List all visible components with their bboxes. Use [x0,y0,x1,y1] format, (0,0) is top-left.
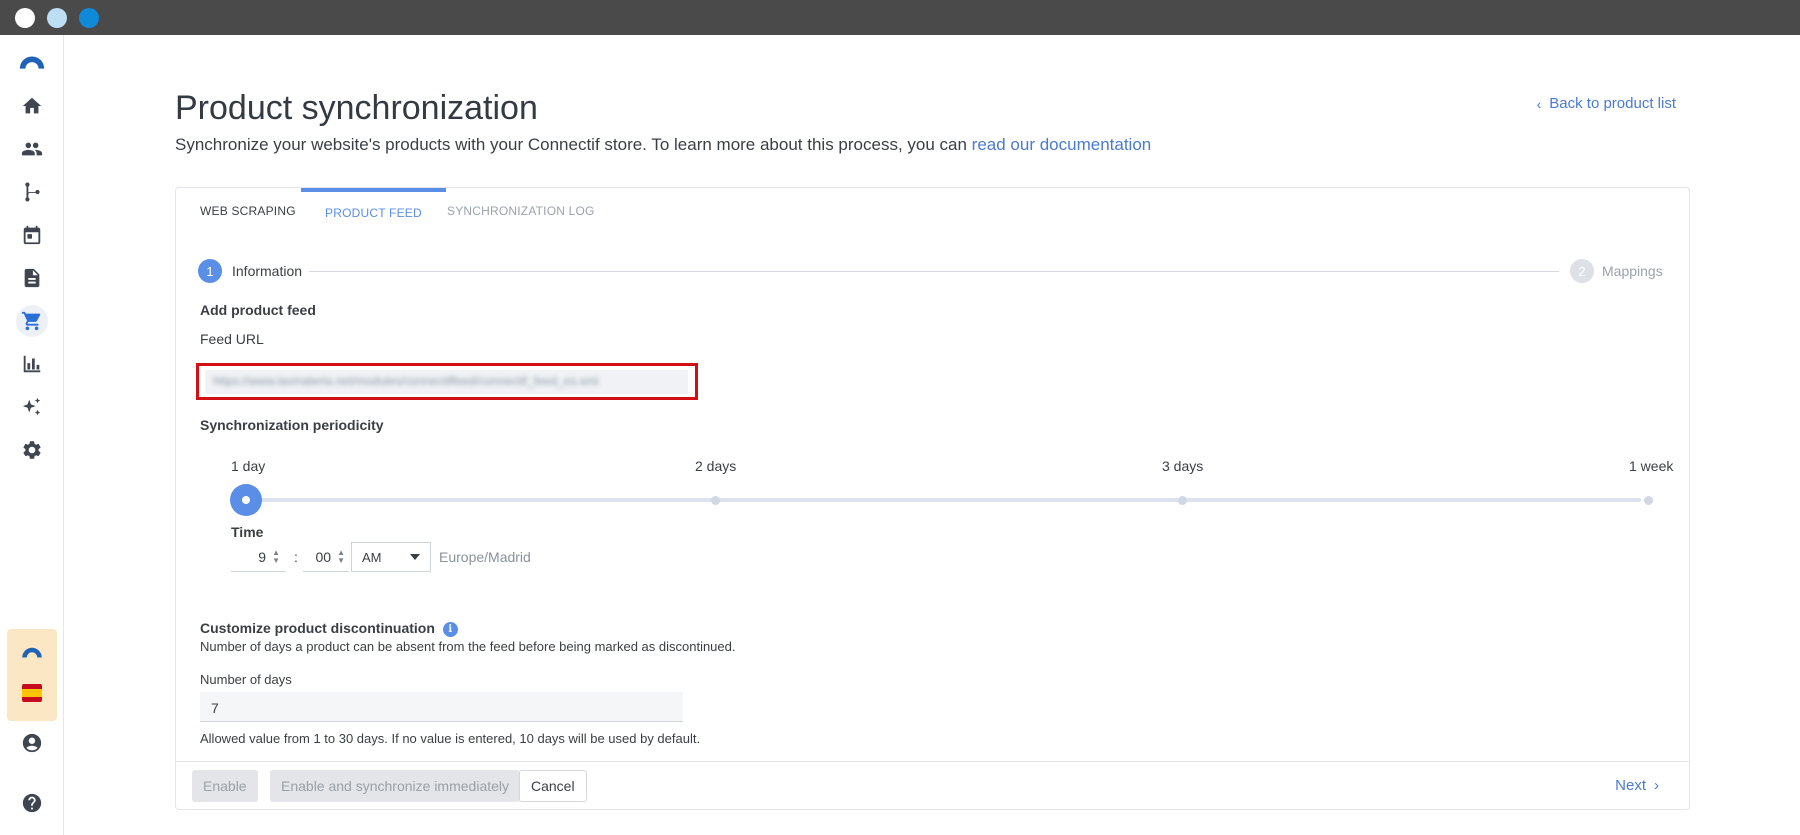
tab-synchronization-log[interactable]: SYNCHRONIZATION LOG [423,188,619,234]
info-icon[interactable]: i [442,621,458,637]
timezone-label: Europe/Madrid [439,549,531,565]
add-product-feed-heading: Add product feed [200,302,316,318]
time-separator: : [294,549,298,565]
account-switcher[interactable] [7,629,57,721]
chevron-right-icon: › [1654,777,1659,794]
back-link-label: Back to product list [1549,95,1676,112]
subtitle-text: Synchronize your website's products with… [175,135,972,154]
minute-stepper[interactable]: 00 ▲ ▼ [303,542,349,572]
step-2-circle: 2 [1570,259,1594,283]
workflows-icon[interactable] [16,176,48,208]
next-label: Next [1615,777,1646,794]
next-button[interactable]: Next › [1615,777,1659,794]
page-subtitle: Synchronize your website's products with… [175,135,1151,155]
chevron-left-icon: ‹ [1536,95,1542,112]
minute-spin-icon[interactable]: ▲ ▼ [337,548,345,565]
product-feed-card: WEB SCRAPING PRODUCT FEED SYNCHRONIZATIO… [175,187,1690,810]
contacts-icon[interactable] [16,133,48,165]
step-1-circle: 1 [198,259,222,283]
documentation-link[interactable]: read our documentation [972,135,1152,154]
periodicity-option-1-week[interactable]: 1 week [1629,458,1673,474]
feed-url-value: https://www.lavinateria.net/modules/conn… [213,374,599,388]
window-close-button[interactable] [15,8,35,28]
tab-web-scraping[interactable]: WEB SCRAPING [176,188,320,234]
discontinuation-description: Number of days a product can be absent f… [200,639,736,654]
account-icon[interactable] [16,727,48,759]
spain-flag-icon [22,684,42,702]
back-to-product-list-link[interactable]: ‹ Back to product list [1537,95,1676,112]
enable-button[interactable]: Enable [192,770,258,802]
periodicity-option-1-day[interactable]: 1 day [231,458,265,474]
content-icon[interactable] [16,262,48,294]
window-maximize-button[interactable] [79,8,99,28]
minute-value: 00 [315,548,332,565]
cart-icon[interactable] [16,305,48,337]
card-footer: Enable Enable and synchronize immediatel… [176,761,1689,809]
page-title: Product synchronization [175,89,538,127]
number-of-days-hint: Allowed value from 1 to 30 days. If no v… [200,731,701,746]
step-2-label: Mappings [1602,263,1663,279]
ai-sparkle-icon[interactable] [16,391,48,423]
tab-label: WEB SCRAPING [200,204,296,218]
slider-stop [1178,496,1187,505]
caret-down-icon [410,554,420,560]
periodicity-slider-track[interactable] [231,498,1641,502]
periodicity-option-2-days[interactable]: 2 days [695,458,736,474]
analytics-icon[interactable] [16,348,48,380]
number-of-days-input[interactable]: 7 [200,692,683,722]
window-titlebar [0,0,1800,35]
periodicity-option-3-days[interactable]: 3 days [1162,458,1203,474]
tab-label: PRODUCT FEED [325,206,422,220]
periodicity-slider-handle[interactable] [230,484,262,516]
number-of-days-label: Number of days [200,672,292,687]
feed-url-input[interactable]: https://www.lavinateria.net/modules/conn… [205,370,688,394]
help-icon[interactable] [16,787,48,819]
stepper-line [309,271,1559,272]
periodicity-heading: Synchronization periodicity [200,417,384,433]
meridiem-select[interactable]: AM [351,542,431,572]
connectif-store-icon [22,647,42,658]
discontinuation-heading-text: Customize product discontinuation [200,620,435,636]
feed-url-label: Feed URL [200,331,264,347]
home-icon[interactable] [16,90,48,122]
calendar-icon[interactable] [16,219,48,251]
enable-and-sync-button[interactable]: Enable and synchronize immediately [270,770,521,802]
tab-label: SYNCHRONIZATION LOG [447,204,595,218]
sidebar [0,35,64,835]
step-1-label: Information [232,263,303,279]
hour-stepper[interactable]: 9 ▲ ▼ [231,542,286,572]
connectif-logo-icon[interactable] [16,47,48,79]
discontinuation-heading: Customize product discontinuation i [200,620,458,637]
main-content: Product synchronization ‹ Back to produc… [64,35,1800,835]
cancel-button[interactable]: Cancel [519,770,587,802]
slider-stop [1644,496,1653,505]
settings-icon[interactable] [16,434,48,466]
feed-url-highlight: https://www.lavinateria.net/modules/conn… [196,363,698,400]
time-label: Time [231,524,264,540]
slider-stop [711,496,720,505]
hour-value: 9 [258,548,267,565]
window-minimize-button[interactable] [47,8,67,28]
meridiem-value: AM [362,549,382,565]
hour-spin-icon[interactable]: ▲ ▼ [272,548,280,565]
